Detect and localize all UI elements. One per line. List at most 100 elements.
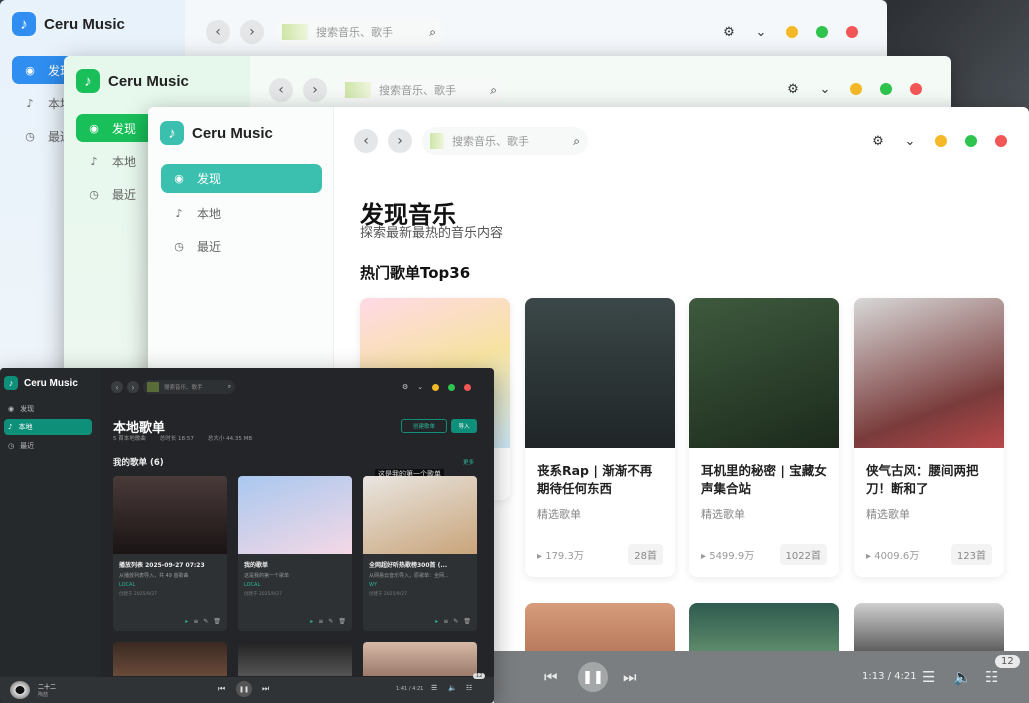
- play-count: ▸ 5499.9万: [701, 551, 755, 562]
- playlist-icon[interactable]: ☰: [922, 668, 935, 686]
- playlist-cover[interactable]: [854, 603, 1004, 653]
- play-count: ▸ 179.3万: [537, 551, 584, 562]
- list-icon[interactable]: ≡: [318, 618, 323, 625]
- gear-icon[interactable]: ⚙: [871, 134, 885, 149]
- prev-icon[interactable]: ⏮: [218, 684, 225, 694]
- maximize-button[interactable]: [965, 135, 977, 147]
- maximize-button[interactable]: [816, 26, 828, 38]
- nav-label: 发现: [112, 121, 137, 136]
- nav-local[interactable]: ♪ 本地: [4, 419, 92, 435]
- maximize-button[interactable]: [880, 83, 892, 95]
- chevron-down-circle-icon[interactable]: ⌄: [417, 383, 423, 391]
- nav-local[interactable]: ♪ 本地: [173, 205, 221, 222]
- edit-icon[interactable]: ✎: [453, 618, 458, 625]
- list-icon[interactable]: ≡: [443, 618, 448, 625]
- chevron-left-icon[interactable]: ‹: [269, 78, 293, 102]
- next-icon[interactable]: ⏭: [623, 668, 637, 686]
- edit-icon[interactable]: ✎: [203, 618, 208, 625]
- playlist-cover[interactable]: [525, 603, 675, 653]
- chevron-left-icon[interactable]: ‹: [206, 20, 230, 44]
- close-button[interactable]: [846, 26, 858, 38]
- search-placeholder: 搜索音乐、歌手: [379, 84, 456, 97]
- search-icon[interactable]: ⌕: [429, 25, 436, 40]
- search-icon[interactable]: ⌕: [228, 384, 231, 391]
- nav-local[interactable]: ♪ 本地: [88, 153, 136, 170]
- gear-icon[interactable]: ⚙: [402, 383, 408, 391]
- chevron-right-icon[interactable]: ›: [240, 20, 264, 44]
- chevron-left-icon[interactable]: ‹: [111, 381, 123, 393]
- close-button[interactable]: [995, 135, 1007, 147]
- play-icon[interactable]: ▸: [435, 618, 438, 625]
- chevron-down-circle-icon[interactable]: ⌄: [903, 134, 917, 149]
- delete-icon[interactable]: 🗑: [213, 618, 221, 625]
- minimize-button[interactable]: [432, 383, 440, 391]
- edit-icon[interactable]: ✎: [328, 618, 333, 625]
- note-icon: ♪: [26, 97, 34, 110]
- queue-icon[interactable]: ☷: [985, 668, 998, 686]
- chevron-right-icon[interactable]: ›: [388, 129, 412, 153]
- search-input[interactable]: 搜索音乐、歌手 ⌕: [422, 127, 588, 155]
- playlist-card[interactable]: 丧系Rap | 渐渐不再期待任何东西 精选歌单 ▸ 179.3万 28首: [525, 298, 675, 577]
- import-button[interactable]: 导入: [451, 419, 477, 433]
- search-input[interactable]: 搜索音乐、歌手 ⌕: [274, 18, 444, 46]
- create-playlist-button[interactable]: 创建歌单: [401, 419, 447, 433]
- app-brand: ♪ Ceru Music: [76, 69, 189, 93]
- playlist-card[interactable]: 耳机里的秘密 | 宝藏女声集合站 精选歌单 ▸ 5499.9万 1022首: [689, 298, 839, 577]
- nav-discover[interactable]: ◉ 发现: [4, 401, 92, 417]
- delete-icon[interactable]: 🗑: [338, 618, 346, 625]
- chevron-down-circle-icon[interactable]: ⌄: [818, 82, 832, 97]
- minimize-button[interactable]: [786, 26, 798, 38]
- playlist-card[interactable]: 全网超好听热歌榜300首 (... 从网易云音乐导入，原歌单：全网... WY …: [363, 476, 477, 631]
- close-button[interactable]: [910, 83, 922, 95]
- nav-label: 本地: [112, 155, 137, 169]
- chevron-left-icon[interactable]: ‹: [354, 129, 378, 153]
- close-button[interactable]: [464, 383, 472, 391]
- maximize-button[interactable]: [448, 383, 456, 391]
- pause-icon[interactable]: ❚❚: [236, 681, 252, 697]
- gear-icon[interactable]: ⚙: [722, 25, 736, 40]
- nav-recent[interactable]: ◷ 最近: [4, 438, 92, 454]
- nav-recent[interactable]: ◷ 最近: [173, 238, 221, 255]
- gear-icon[interactable]: ⚙: [786, 82, 800, 97]
- volume-icon[interactable]: 🔈: [448, 684, 457, 692]
- more-link[interactable]: 更多: [463, 458, 474, 466]
- search-input[interactable]: 搜索音乐、歌手 ⌕: [337, 76, 505, 104]
- chevron-right-icon[interactable]: ›: [127, 381, 139, 393]
- chevron-down-circle-icon[interactable]: ⌄: [754, 25, 768, 40]
- search-input[interactable]: 搜索音乐、歌手 ⌕: [143, 380, 235, 394]
- playlist-card[interactable]: 侠气古风：腰间两把刀！断和了 精选歌单 ▸ 4009.6万 123首: [854, 298, 1004, 577]
- search-icon[interactable]: ⌕: [490, 83, 497, 98]
- prev-icon[interactable]: ⏮: [544, 668, 558, 686]
- playlist-cover[interactable]: [238, 642, 352, 676]
- compass-icon: ◉: [174, 172, 184, 185]
- playlist-card[interactable]: 播放列表 2025-09-27 07:23 从播放列表导入，共 49 首歌曲 L…: [113, 476, 227, 631]
- search-icon[interactable]: ⌕: [573, 134, 580, 149]
- playlist-cover[interactable]: [689, 603, 839, 653]
- pause-icon[interactable]: ❚❚: [578, 662, 608, 692]
- playlist-cover[interactable]: [113, 642, 227, 676]
- nav-discover[interactable]: ◉ 发现: [161, 164, 322, 193]
- app-title: Ceru Music: [108, 72, 189, 90]
- list-icon[interactable]: ≡: [193, 618, 198, 625]
- play-icon[interactable]: ▸: [310, 618, 313, 625]
- card-actions: ▸ ≡ ✎ 🗑: [310, 618, 346, 625]
- volume-icon[interactable]: 🔈: [953, 668, 972, 686]
- queue-count-badge: 12: [473, 673, 486, 679]
- delete-icon[interactable]: 🗑: [463, 618, 471, 625]
- minimize-button[interactable]: [935, 135, 947, 147]
- playlist-title: 全网超好听热歌榜300首 (...: [369, 562, 448, 569]
- playback-time: 1:13 / 4:21: [862, 671, 917, 682]
- minimize-button[interactable]: [850, 83, 862, 95]
- play-icon[interactable]: ▸: [185, 618, 188, 625]
- next-icon[interactable]: ⏭: [262, 684, 269, 694]
- queue-count-badge: 12: [995, 655, 1020, 668]
- nav-recent[interactable]: ◷ 最近: [88, 186, 136, 203]
- app-title: Ceru Music: [44, 15, 125, 33]
- playlist-card[interactable]: 我的歌单 这是我的第一个歌单 LOCAL 创建于 2025/9/27 ▸ ≡ ✎ 🗑: [238, 476, 352, 631]
- chevron-right-icon[interactable]: ›: [303, 78, 327, 102]
- playlist-cover[interactable]: [363, 642, 477, 676]
- app-brand: ♪ Ceru Music: [4, 376, 78, 390]
- queue-icon[interactable]: ☷: [466, 684, 472, 692]
- playlist-source: LOCAL: [119, 582, 136, 588]
- playlist-icon[interactable]: ☰: [431, 684, 437, 692]
